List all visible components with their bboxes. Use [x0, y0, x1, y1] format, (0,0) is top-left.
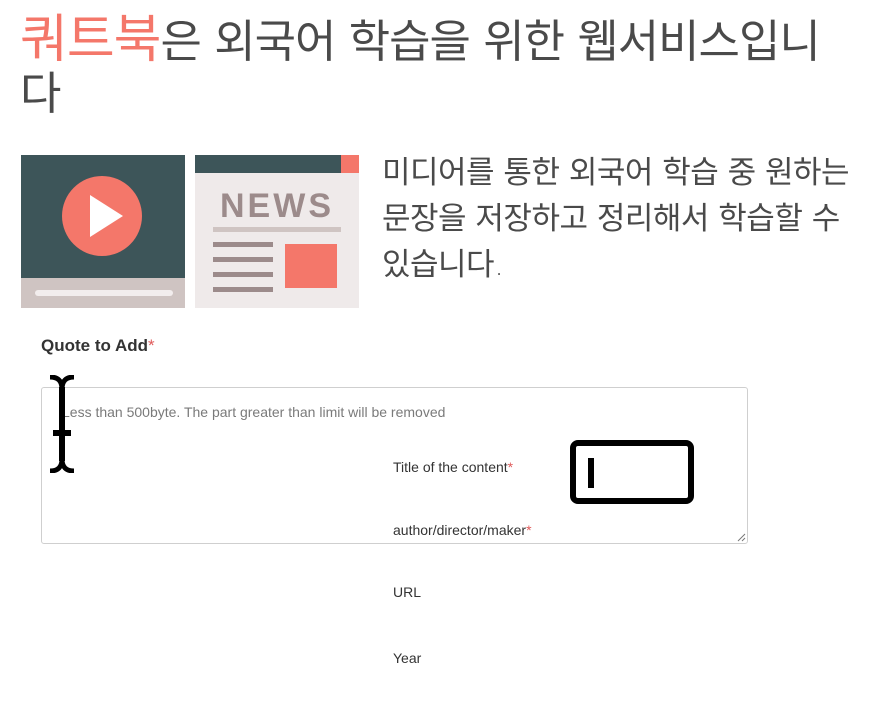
- page-headline: 쿼트북은 외국어 학습을 위한 웹서비스입니다: [20, 14, 840, 120]
- required-mark: *: [148, 336, 155, 355]
- url-label: URL: [393, 584, 422, 600]
- content-title-label: Title of the content*: [393, 459, 514, 475]
- news-heading: NEWS: [220, 187, 334, 225]
- quote-placeholder: Less than 500byte. The part greater than…: [62, 404, 446, 420]
- video-player-icon: [21, 155, 185, 308]
- text-cursor-icon: [49, 375, 75, 473]
- year-label: Year: [393, 650, 422, 666]
- newspaper-icon: NEWS: [195, 155, 359, 308]
- content-title-input[interactable]: [570, 440, 694, 504]
- brand-name: 쿼트북: [20, 10, 162, 70]
- resize-grip-icon[interactable]: [737, 533, 746, 542]
- service-description: 미디어를 통한 외국어 학습 중 원하는 문장을 저장하고 정리해서 학습할 수…: [382, 155, 850, 283]
- quote-label: Quote to Add*: [41, 336, 155, 355]
- author-label: author/director/maker*: [393, 522, 532, 538]
- text-caret: [588, 458, 594, 488]
